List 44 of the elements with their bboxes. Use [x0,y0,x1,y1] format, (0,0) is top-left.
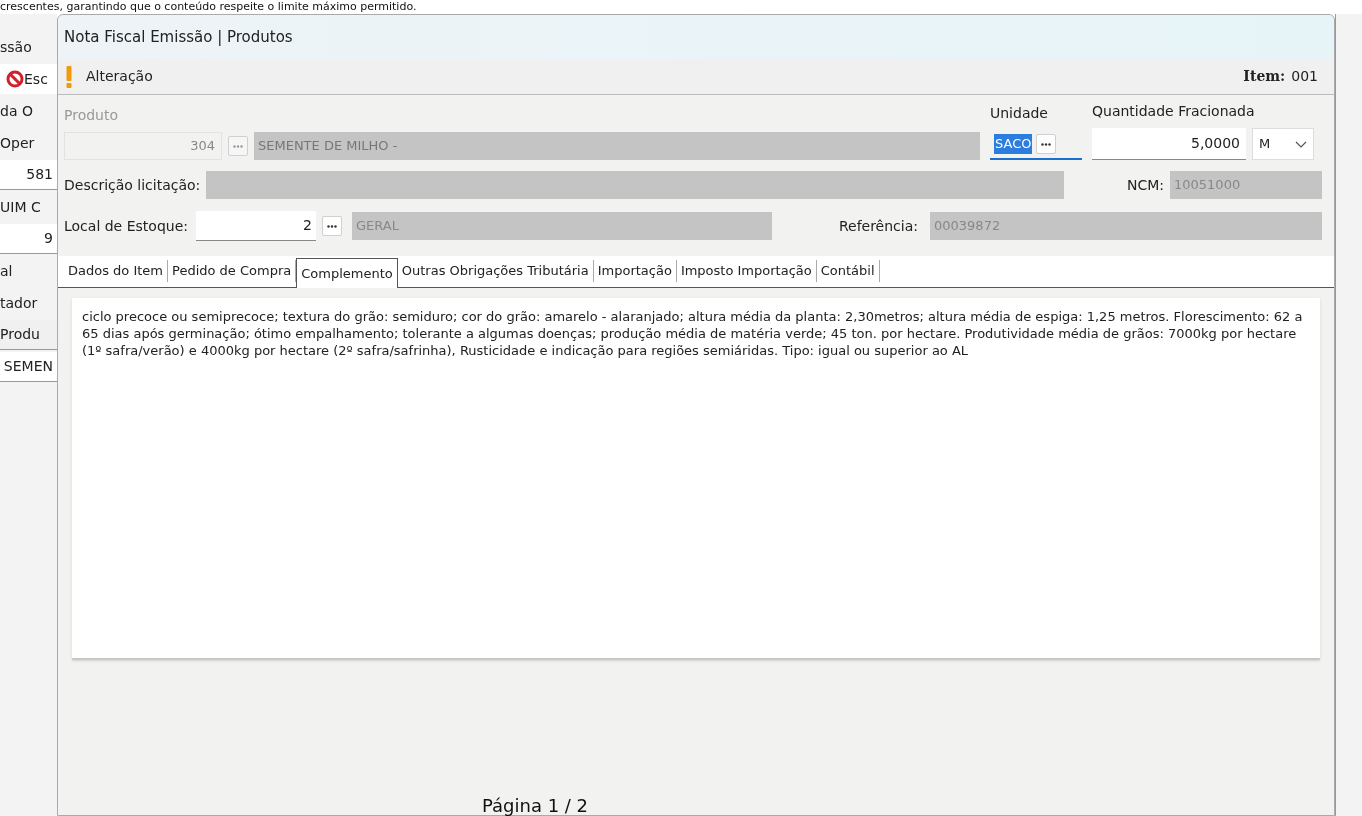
tab[interactable]: Imposto Importação [676,260,817,282]
background-app-text: Esc [24,69,48,89]
unit-field[interactable]: SACO [994,134,1033,154]
descricao-licitacao-label: Descrição licitação: [64,175,201,195]
ncm-label: NCM: [1126,175,1164,195]
descricao-licitacao-field[interactable] [206,171,1065,199]
quantity-field[interactable]: 5,0000 [1092,128,1246,160]
item-number: 001 [1291,67,1318,86]
background-app-text: al [0,261,13,281]
tab[interactable]: Complemento [296,258,398,288]
window-title: Nota Fiscal Emissão | Produtos [64,26,293,48]
tab[interactable]: Dados do Item [64,260,169,282]
produto-label: Produto [64,106,120,125]
document-text: crescentes, garantindo que o conteúdo respeite o limite máximo permitido. [0,0,417,14]
ellipsis-button[interactable] [1036,134,1057,154]
tab[interactable]: Importação [593,260,677,282]
chevron-down-icon [1295,140,1307,148]
ellipsis-button[interactable] [322,216,342,236]
tab[interactable]: Outras Obrigações Tributária [397,260,594,282]
background-app-text: da O [0,101,33,121]
background-app-text: ssão [0,37,32,57]
ellipsis-icon [1041,142,1052,146]
page-number: Página 1 / 2 [482,795,589,816]
unit-dropdown[interactable]: M [1252,128,1314,160]
mode-label: Alteração [86,67,153,86]
ellipsis-icon [233,144,243,148]
complement-text-area[interactable]: ciclo precoce ou semiprecoce; textura do grão: semiduro; cor do grão: amarelo - alaranjado; altura média da planta: 2,30metros; altura média de espiga: 1,25 metros. Florescimento: 62 a 65 dias após germinação; ótimo empalhamento; tolerante a algumas doenças; produção média de matéria verde; 45 ton. por hectare. Produtividade média de grãos: 7000kg por hectare (1º safra/verão) e 4000kg por hectare (2º safra/safrinha), Rusticidade e indicação para regiões semiáridas. Tipo: igual ou superior ao AL [72,298,1320,660]
quantidade-label: Quantidade Fracionada [1092,102,1256,121]
tab[interactable]: Contábil [816,260,880,282]
background-app-text: UIM C [0,197,41,217]
prohibition-icon [6,70,24,88]
referencia-label: Referência: [838,216,918,236]
unidade-label: Unidade [990,104,1049,123]
background-app-text: SEMEN [3,357,53,376]
stock-code-field[interactable]: 2 [196,211,316,241]
background-app-text: Oper [0,133,35,153]
background-app-text: tador [0,293,38,313]
ellipsis-icon [327,224,337,228]
background-app-text: 9 [44,229,53,248]
item-label: Item: [1243,67,1286,86]
local-estoque-label: Local de Estoque: [64,216,188,236]
exclamation-icon [66,65,72,88]
background-app-text: 581 [26,165,53,184]
background-app-text: Produ [0,325,40,344]
